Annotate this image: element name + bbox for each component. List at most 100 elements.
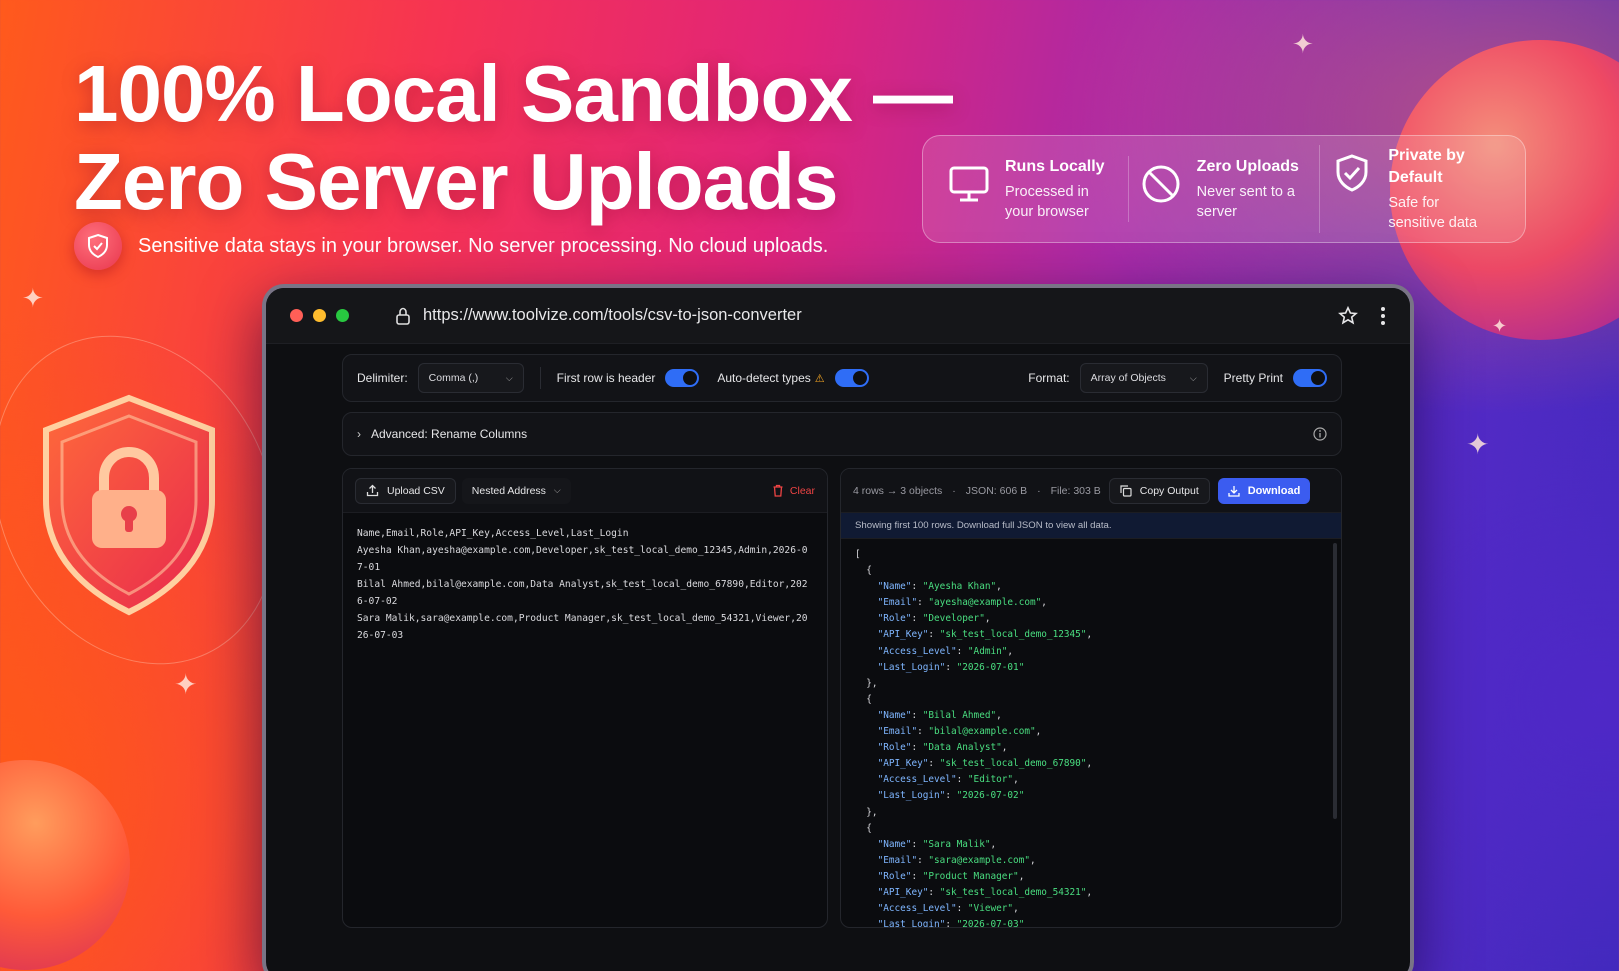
options-toolbar: Delimiter: Comma (,) ⌵ First row is head… (342, 354, 1342, 402)
lock-icon (396, 307, 410, 325)
copy-icon (1120, 484, 1132, 497)
json-line: "Access_Level": "Viewer", (877, 903, 1019, 915)
features-card: Runs Locally Processed in your browser Z… (922, 135, 1526, 243)
json-key: "Email" (877, 597, 918, 609)
shield-check-icon (74, 222, 122, 270)
sparkle-icon: ✦ (1292, 30, 1314, 60)
json-line: "API_Key": "sk_test_local_demo_54321", (877, 886, 1093, 898)
hero-title-line1: 100% Local Sandbox — (74, 49, 953, 138)
hero-subtitle: Sensitive data stays in your browser. No… (138, 234, 829, 257)
delimiter-label: Delimiter: (357, 371, 408, 385)
delimiter-value: Comma (,) (428, 372, 479, 384)
separator-dot: · (1037, 484, 1041, 497)
json-size: JSON: 606 B (965, 484, 1028, 497)
json-key: "Name" (877, 581, 912, 593)
sample-preset-select[interactable]: Nested Address ⌵ (461, 477, 571, 504)
json-value: "Editor" (967, 774, 1014, 786)
json-value: "2026-07-01" (956, 661, 1025, 673)
json-value: "sk_test_local_demo_67890" (939, 758, 1087, 770)
json-line: "Access_Level": "Editor", (877, 774, 1019, 786)
output-pane-header: 4 rows → 3 objects · JSON: 606 B · File:… (841, 469, 1341, 513)
json-key: "Role" (877, 742, 912, 754)
delimiter-select[interactable]: Comma (,) ⌵ (417, 363, 524, 393)
sparkle-icon: ✦ (22, 284, 44, 314)
hero-headline: 100% Local Sandbox — Zero Server Uploads (74, 49, 953, 226)
feature-title: Zero Uploads (1196, 158, 1299, 175)
sparkle-icon: ✦ (1492, 316, 1508, 337)
json-line: "Role": "Product Manager", (877, 870, 1025, 882)
json-line: }, (855, 677, 878, 689)
format-select[interactable]: Array of Objects ⌵ (1079, 363, 1208, 393)
json-key: "Access_Level" (877, 903, 957, 915)
trash-icon (773, 484, 783, 497)
file-size: File: 303 B (1050, 484, 1101, 497)
json-value: "sk_test_local_demo_54321" (939, 886, 1087, 898)
json-key: "API_Key" (877, 886, 929, 898)
warning-icon: ⚠ (814, 372, 825, 385)
monitor-icon (949, 166, 989, 202)
json-line: { (855, 565, 872, 577)
converter-app: Delimiter: Comma (,) ⌵ First row is head… (342, 354, 1342, 928)
json-value: "ayesha@example.com" (928, 597, 1042, 609)
json-output[interactable]: [ { "Name": "Ayesha Khan", "Email": "aye… (841, 539, 1341, 927)
auto-detect-toggle[interactable] (834, 369, 869, 387)
rows-stat: 4 rows → 3 objects (853, 484, 943, 497)
json-line: "API_Key": "sk_test_local_demo_12345", (877, 629, 1093, 641)
json-line: "Role": "Data Analyst", (877, 742, 1008, 754)
hero-subtitle-row: Sensitive data stays in your browser. No… (74, 222, 828, 270)
json-line: "Name": "Bilal Ahmed", (877, 709, 1002, 721)
close-window-button[interactable] (290, 309, 303, 322)
json-line: "Last_Login": "2026-07-03" (855, 917, 1327, 927)
minimize-window-button[interactable] (313, 309, 326, 322)
format-value: Array of Objects (1090, 372, 1166, 384)
url-text: https://www.toolvize.com/tools/csv-to-js… (423, 306, 802, 324)
feature-zero-uploads: Zero Uploads Never sent to a server (1127, 156, 1320, 222)
input-pane-header: Upload CSV Nested Address ⌵ Clear (343, 469, 827, 513)
download-label: Download (1247, 484, 1301, 497)
json-line: "Access_Level": "Admin", (877, 645, 1014, 657)
json-line: "Role": "Developer", (877, 613, 991, 625)
advanced-rename-columns[interactable]: › Advanced: Rename Columns (342, 412, 1342, 456)
download-button[interactable]: Download (1217, 477, 1311, 504)
browser-window: https://www.toolvize.com/tools/csv-to-js… (262, 284, 1414, 971)
copy-output-button[interactable]: Copy Output (1108, 477, 1210, 504)
info-icon[interactable] (1313, 427, 1327, 441)
json-key: "Role" (877, 870, 912, 882)
json-key: "Name" (877, 838, 912, 850)
chevron-down-icon: ⌵ (1189, 372, 1197, 383)
clear-button[interactable]: Clear (772, 484, 815, 497)
json-key: "API_Key" (877, 629, 929, 641)
star-icon[interactable] (1338, 305, 1358, 326)
address-bar[interactable]: https://www.toolvize.com/tools/csv-to-js… (395, 306, 802, 325)
feature-private-by-default: Private by Default Safe for sensitive da… (1319, 145, 1511, 233)
json-value: "Admin" (967, 645, 1008, 657)
pretty-print-toggle[interactable] (1293, 369, 1327, 387)
browser-titlebar: https://www.toolvize.com/tools/csv-to-js… (266, 288, 1410, 344)
json-line: "API_Key": "sk_test_local_demo_67890", (877, 758, 1093, 770)
json-value: "sk_test_local_demo_12345" (939, 629, 1087, 641)
upload-csv-button[interactable]: Upload CSV (355, 477, 456, 504)
hero-title-line2: Zero Server Uploads (74, 137, 839, 226)
json-line: { (855, 822, 872, 834)
maximize-window-button[interactable] (336, 309, 349, 322)
upload-icon (366, 484, 379, 497)
csv-textarea[interactable]: Name,Email,Role,API_Key,Access_Level,Las… (343, 513, 827, 656)
auto-detect-label: Auto-detect types (717, 371, 811, 385)
shield-check-icon (1336, 154, 1368, 192)
pretty-print-label: Pretty Print (1223, 371, 1283, 385)
more-menu-icon[interactable] (1380, 306, 1386, 326)
download-icon (1228, 485, 1240, 497)
json-line: "Email": "ayesha@example.com", (877, 597, 1047, 609)
format-label: Format: (1028, 371, 1070, 385)
chevron-down-icon: ⌵ (553, 485, 561, 495)
json-line: "Name": "Ayesha Khan", (877, 581, 1002, 593)
json-value: "Product Manager" (922, 870, 1019, 882)
csv-input-pane: Upload CSV Nested Address ⌵ Clear Name,E… (342, 468, 828, 928)
json-line: "Email": "sara@example.com", (877, 854, 1036, 866)
json-value: "Bilal Ahmed" (922, 709, 997, 721)
scrollbar[interactable] (1333, 543, 1337, 819)
row-limit-notice: Showing first 100 rows. Download full JS… (841, 513, 1341, 539)
json-line: "Email": "bilal@example.com", (877, 726, 1042, 738)
decorative-planet (0, 760, 130, 970)
first-row-header-toggle[interactable] (665, 369, 700, 387)
